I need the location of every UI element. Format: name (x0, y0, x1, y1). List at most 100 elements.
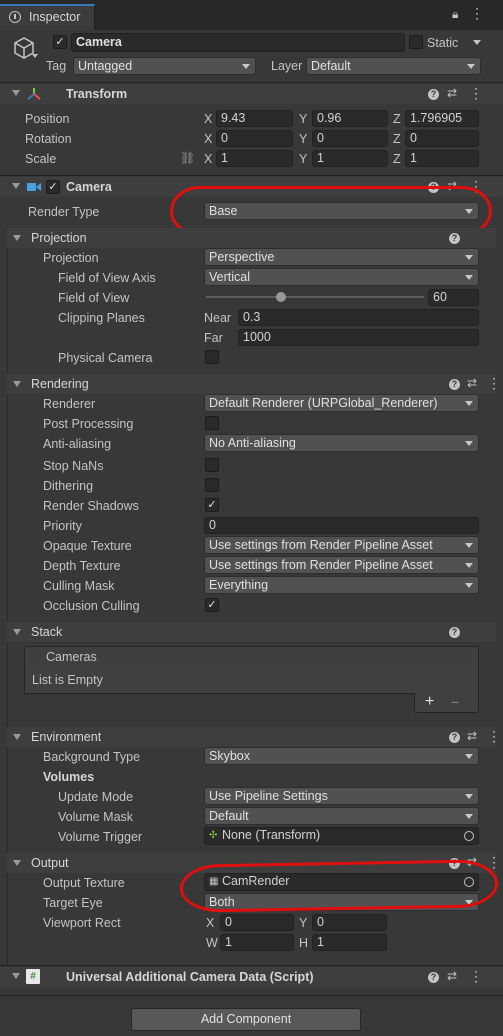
viewport-y-field[interactable]: 0 (312, 914, 387, 931)
opaque-texture-dropdown[interactable]: Use settings from Render Pipeline Asset (204, 536, 479, 554)
active-checkbox[interactable]: ✓ (53, 35, 67, 49)
post-processing-label: Post Processing (43, 417, 134, 431)
tab-bar: Inspector 🔒︎ ⋮ (0, 0, 503, 30)
priority-field[interactable]: 0 (204, 517, 479, 534)
rotation-z-field[interactable]: 0 (405, 130, 479, 147)
fov-field[interactable]: 60 (428, 289, 479, 306)
foldout-arrow-icon[interactable] (13, 629, 21, 635)
help-icon[interactable]: ? (428, 972, 439, 983)
physical-camera-checkbox[interactable] (205, 350, 219, 364)
section-menu-icon[interactable]: ⋮ (487, 375, 501, 392)
cameras-label: Cameras (46, 650, 97, 664)
renderer-dropdown[interactable]: Default Renderer (URPGlobal_Renderer) (204, 394, 479, 412)
position-x-field[interactable]: 9.43 (216, 110, 293, 127)
depth-texture-label: Depth Texture (43, 559, 121, 573)
rotation-y-field[interactable]: 0 (312, 130, 388, 147)
scale-z-field[interactable]: 1 (405, 150, 479, 167)
depth-texture-dropdown[interactable]: Use settings from Render Pipeline Asset (204, 556, 479, 574)
fov-axis-dropdown[interactable]: Vertical (204, 268, 479, 286)
static-checkbox[interactable] (409, 35, 423, 49)
presets-icon[interactable]: ⇄ (447, 969, 457, 983)
tag-dropdown[interactable]: Untagged (73, 57, 256, 75)
culling-mask-dropdown[interactable]: Everything (204, 576, 479, 594)
post-processing-checkbox[interactable] (205, 416, 219, 430)
camera-enabled-checkbox[interactable]: ✓ (46, 180, 60, 194)
help-icon[interactable]: ? (449, 379, 460, 390)
component-menu-icon[interactable]: ⋮ (469, 968, 483, 985)
update-mode-value: Use Pipeline Settings (209, 789, 328, 803)
stop-nans-checkbox[interactable] (205, 458, 219, 472)
script-header[interactable]: # Universal Additional Camera Data (Scri… (0, 967, 503, 987)
anti-aliasing-label: Anti-aliasing (43, 437, 112, 451)
foldout-arrow-icon[interactable] (12, 183, 20, 189)
background-type-value: Skybox (209, 749, 250, 763)
section-menu-icon[interactable]: ⋮ (487, 728, 501, 745)
object-name-field[interactable]: Camera (71, 33, 405, 52)
update-mode-dropdown[interactable]: Use Pipeline Settings (204, 787, 479, 805)
near-field[interactable]: 0.3 (238, 309, 479, 326)
foldout-arrow-icon[interactable] (13, 235, 21, 241)
divider (0, 175, 503, 176)
add-camera-button[interactable]: + (425, 693, 434, 711)
fov-axis-value: Vertical (209, 270, 250, 284)
foldout-arrow-icon[interactable] (13, 734, 21, 740)
fov-slider-track[interactable] (206, 296, 424, 298)
cameras-list-header: Cameras (24, 646, 479, 668)
volume-trigger-field[interactable]: ✣ None (Transform) (204, 827, 479, 845)
environment-title: Environment (31, 730, 102, 744)
foldout-arrow-icon[interactable] (13, 381, 21, 387)
projection-header[interactable]: Projection ? (7, 228, 496, 248)
layer-dropdown[interactable]: Default (306, 57, 481, 75)
help-icon[interactable]: ? (449, 732, 460, 743)
axis-x-label: X (204, 112, 213, 126)
position-z-field[interactable]: 1.796905 (405, 110, 479, 127)
volume-trigger-label: Volume Trigger (58, 830, 143, 844)
scale-x-field[interactable]: 1 (216, 150, 293, 167)
icon-dropdown-arrow-icon[interactable] (32, 54, 38, 58)
add-component-button[interactable]: Add Component (131, 1008, 361, 1031)
rendering-header[interactable]: Rendering ? ⇄ ⋮ (7, 374, 501, 394)
help-icon[interactable]: ? (449, 627, 460, 638)
scale-y-field[interactable]: 1 (312, 150, 388, 167)
constrain-proportions-icon[interactable]: ⛓ (180, 151, 195, 165)
static-dropdown-arrow-icon[interactable] (473, 40, 481, 45)
render-shadows-checkbox[interactable]: ✓ (205, 498, 219, 512)
occlusion-culling-checkbox[interactable]: ✓ (205, 598, 219, 612)
object-picker-icon[interactable] (464, 831, 474, 841)
viewport-h-field[interactable]: 1 (312, 934, 387, 951)
more-menu-icon[interactable]: ⋮ (470, 5, 484, 22)
chevron-down-icon (465, 563, 473, 568)
foldout-arrow-icon[interactable] (12, 90, 20, 96)
presets-icon[interactable]: ⇄ (467, 729, 477, 743)
tab-inspector[interactable]: Inspector (0, 4, 95, 30)
axis-z-label: Z (393, 152, 401, 166)
divider (0, 965, 503, 966)
stack-header[interactable]: Stack ? (7, 622, 496, 642)
dithering-checkbox[interactable] (205, 478, 219, 492)
projection-dropdown[interactable]: Perspective (204, 248, 479, 266)
volume-mask-dropdown[interactable]: Default (204, 807, 479, 825)
axis-x-label: X (204, 132, 213, 146)
remove-camera-button[interactable]: − (451, 694, 459, 710)
viewport-w-field[interactable]: 1 (220, 934, 294, 951)
foldout-arrow-icon[interactable] (12, 973, 20, 979)
help-icon[interactable]: ? (449, 233, 460, 244)
layer-value: Default (311, 59, 351, 73)
viewport-x-field[interactable]: 0 (220, 914, 294, 931)
presets-icon[interactable]: ⇄ (447, 86, 457, 100)
anti-aliasing-dropdown[interactable]: No Anti-aliasing (204, 434, 479, 452)
lock-icon[interactable]: 🔒︎ (452, 7, 458, 22)
fov-slider-thumb[interactable] (275, 292, 286, 302)
presets-icon[interactable]: ⇄ (467, 376, 477, 390)
far-field[interactable]: 1000 (238, 329, 479, 346)
transform-header[interactable]: Transform ? ⇄ ⋮ (0, 84, 503, 104)
background-type-dropdown[interactable]: Skybox (204, 747, 479, 765)
environment-header[interactable]: Environment ? ⇄ ⋮ (7, 727, 501, 747)
component-menu-icon[interactable]: ⋮ (469, 85, 483, 102)
help-icon[interactable]: ? (428, 89, 439, 100)
position-y-field[interactable]: 0.96 (312, 110, 388, 127)
transform-title: Transform (66, 87, 128, 101)
rotation-x-field[interactable]: 0 (216, 130, 293, 147)
stop-nans-label: Stop NaNs (43, 459, 104, 473)
foldout-arrow-icon[interactable] (13, 860, 21, 866)
